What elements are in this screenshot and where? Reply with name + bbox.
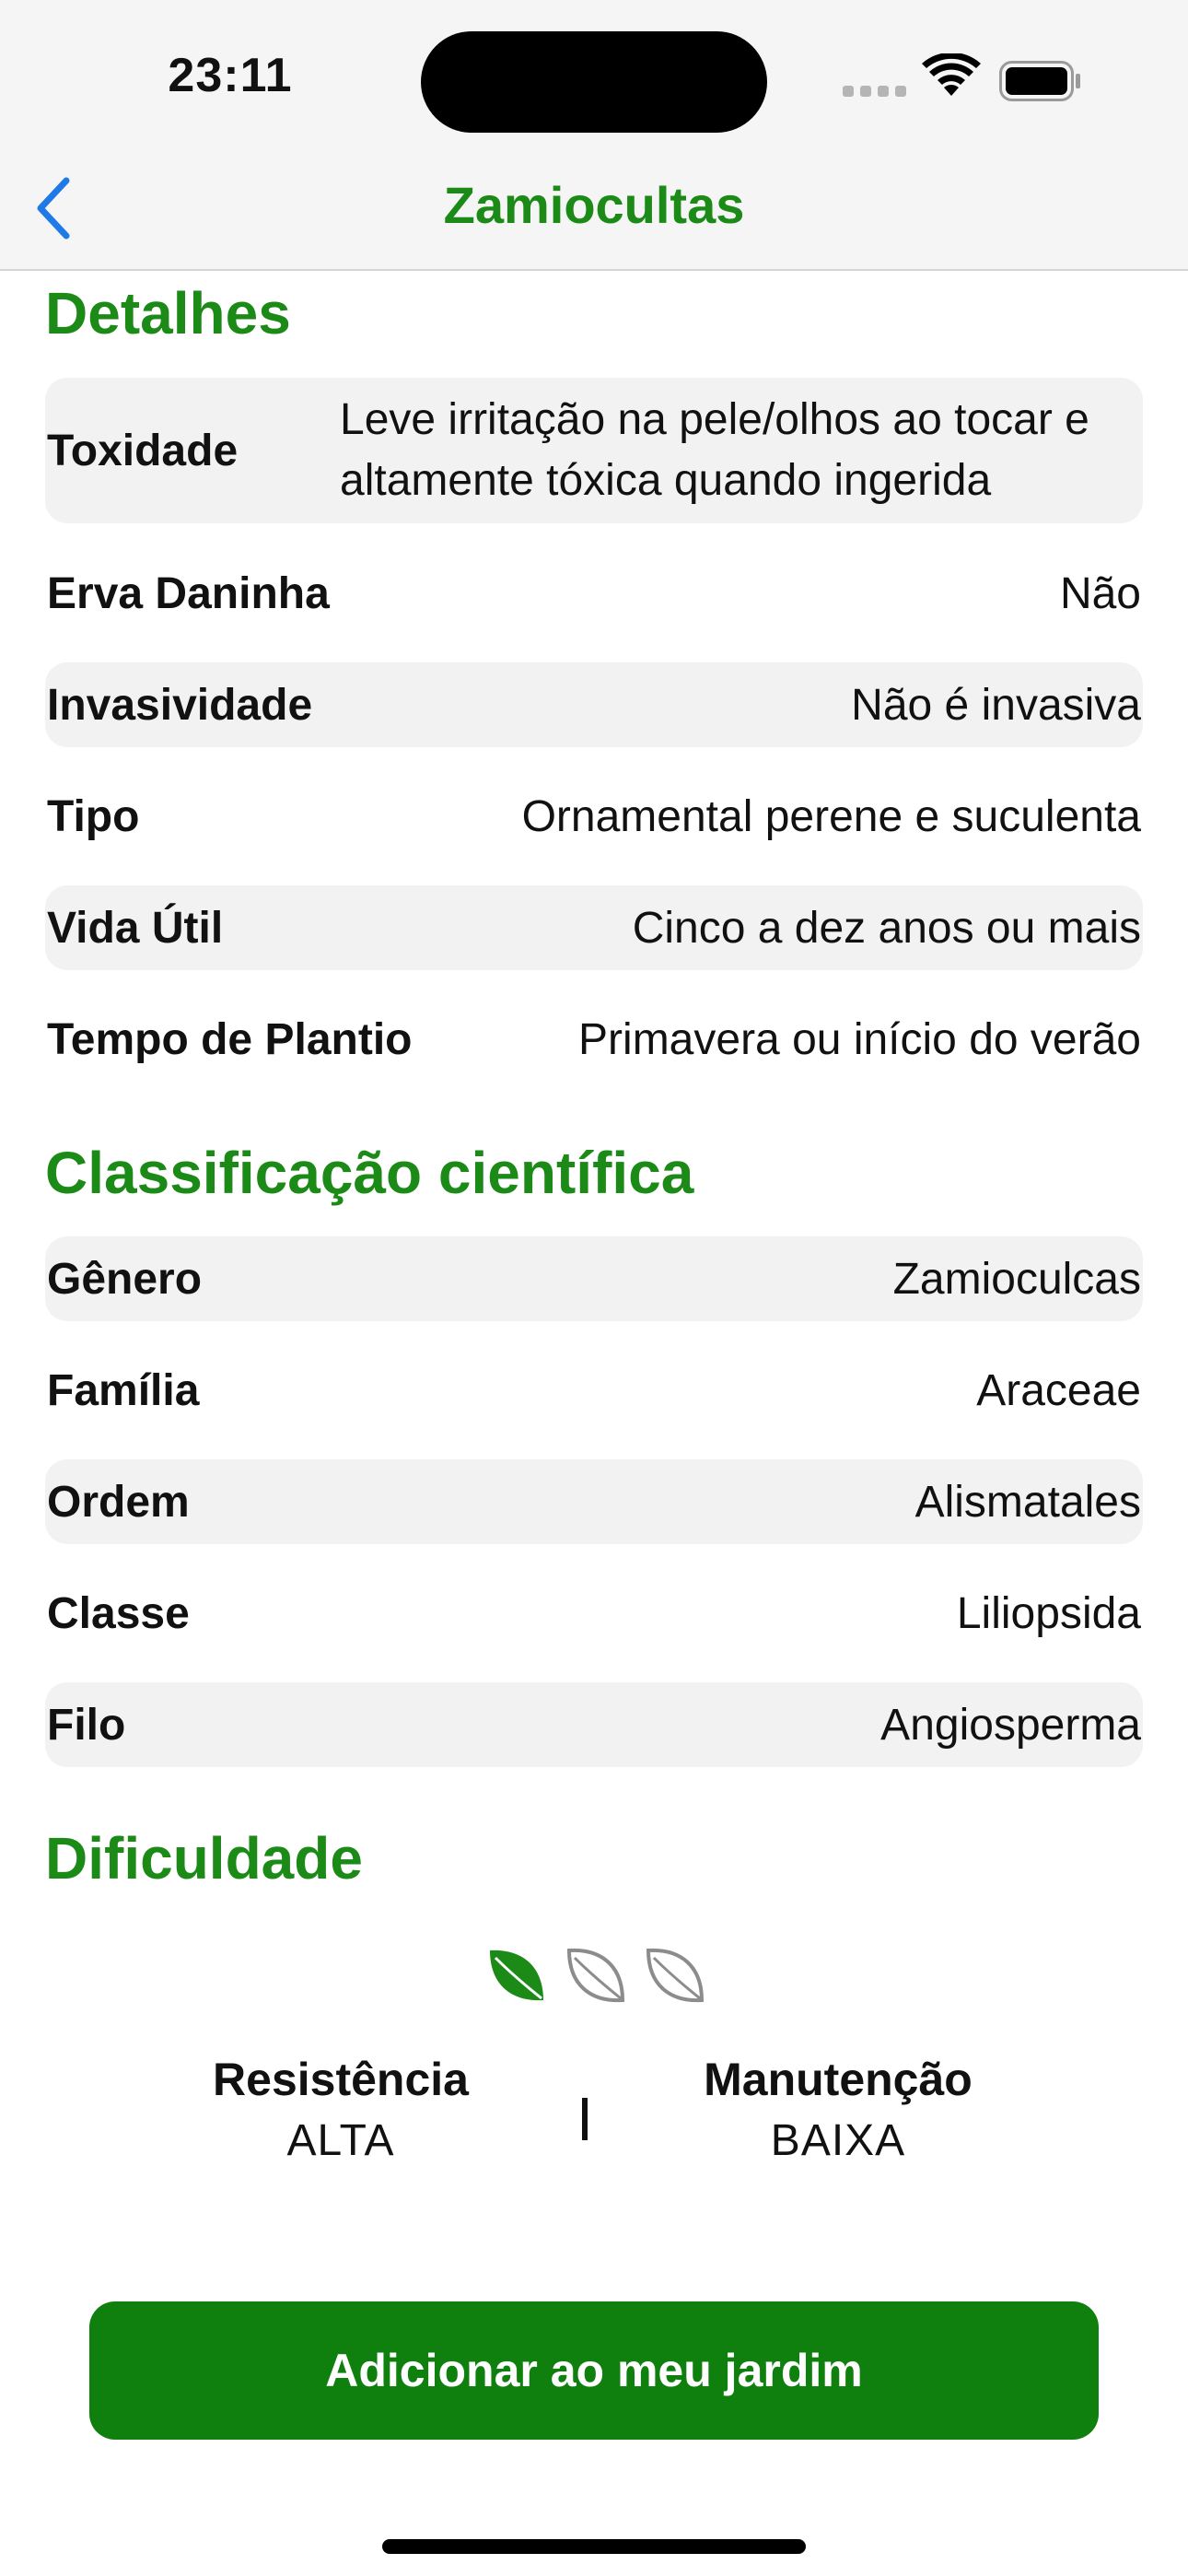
row-value: Leve irritação na pele/olhos ao tocar e …	[340, 395, 1089, 505]
row-label: Toxidade	[47, 426, 239, 475]
leaf-icon	[490, 1950, 543, 2001]
row-label: Vida Útil	[47, 903, 224, 953]
stat-divider	[582, 2098, 588, 2140]
detail-row-planting-time: Tempo de Plantio Primavera ou início do …	[45, 997, 1143, 1082]
classification-row-phylum: Filo Angiosperma	[45, 1682, 1143, 1767]
classification-row-class: Classe Liliopsida	[45, 1571, 1143, 1656]
leaf-outline-icon	[646, 1948, 705, 2003]
status-time: 23:11	[168, 49, 293, 102]
difficulty-section-title: Dificuldade	[45, 1825, 363, 1891]
resistance-label: Resistência	[213, 2054, 469, 2105]
classification-row-family: Família Araceae	[45, 1348, 1143, 1433]
detail-row-lifespan: Vida Útil Cinco a dez anos ou mais	[45, 885, 1143, 970]
row-label: Tipo	[47, 791, 140, 841]
classification-row-genus: Gênero Zamioculcas	[45, 1236, 1143, 1321]
detail-row-weed: Erva Daninha Não	[45, 551, 1143, 636]
add-to-garden-button[interactable]: Adicionar ao meu jardim	[89, 2301, 1099, 2440]
detail-row-toxicity: Toxidade Leve irritação na pele/olhos ao…	[45, 378, 1143, 523]
difficulty-rating	[490, 1948, 705, 2003]
row-label: Tempo de Plantio	[47, 1014, 413, 1064]
row-value: Zamioculcas	[892, 1254, 1141, 1304]
row-label: Família	[47, 1365, 200, 1415]
row-value: Não	[1059, 568, 1141, 618]
home-indicator[interactable]	[382, 2539, 806, 2554]
classification-section-title: Classificação científica	[45, 1140, 694, 1206]
maintenance-label: Manutenção	[704, 2054, 973, 2105]
maintenance-value: BAIXA	[770, 2116, 906, 2165]
row-value: Primavera ou início do verão	[578, 1014, 1141, 1064]
row-value: Alismatales	[914, 1477, 1141, 1527]
row-label: Filo	[47, 1700, 126, 1750]
row-value: Araceae	[976, 1365, 1141, 1415]
row-label: Invasividade	[47, 680, 313, 730]
nav-title: Zamiocultas	[443, 176, 745, 234]
row-label: Gênero	[47, 1254, 203, 1304]
maintenance-stat: Manutenção BAIXA	[645, 2053, 1031, 2166]
row-value: Cinco a dez anos ou mais	[632, 903, 1141, 953]
details-section-title: Detalhes	[45, 280, 291, 346]
battery-icon	[999, 61, 1080, 101]
back-chevron-icon[interactable]	[28, 171, 83, 245]
resistance-stat: Resistência ALTA	[147, 2053, 534, 2166]
resistance-value: ALTA	[286, 2116, 395, 2165]
detail-row-invasiveness: Invasividade Não é invasiva	[45, 662, 1143, 747]
row-value: Angiosperma	[880, 1700, 1141, 1750]
top-bar: 23:11 Zamiocultas	[0, 0, 1188, 271]
row-label: Classe	[47, 1588, 190, 1638]
row-value: Ornamental perene e suculenta	[521, 791, 1141, 841]
row-label: Erva Daninha	[47, 568, 330, 618]
row-value: Liliopsida	[956, 1588, 1141, 1638]
row-label: Ordem	[47, 1477, 190, 1527]
wifi-icon	[922, 53, 981, 96]
row-value: Não é invasiva	[851, 680, 1141, 730]
detail-row-type: Tipo Ornamental perene e suculenta	[45, 774, 1143, 859]
cellular-signal-icon	[843, 86, 907, 99]
classification-row-order: Ordem Alismatales	[45, 1459, 1143, 1544]
dynamic-island	[421, 31, 767, 133]
leaf-outline-icon	[566, 1948, 625, 2003]
